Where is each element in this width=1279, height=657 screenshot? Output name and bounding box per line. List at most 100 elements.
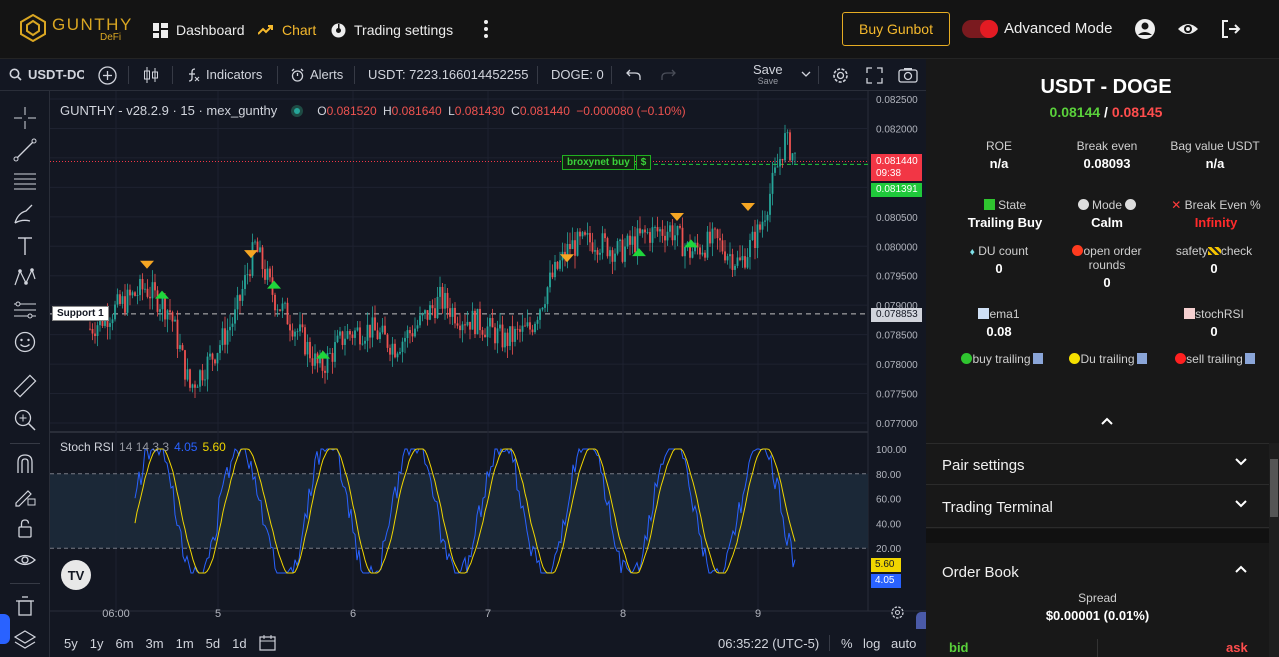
forecast-icon[interactable]: [12, 297, 38, 323]
redo-icon[interactable]: [661, 68, 676, 81]
range-6m[interactable]: 6m: [115, 636, 133, 651]
save-button[interactable]: Save Save: [753, 63, 783, 86]
panel-scrollbar[interactable]: [1269, 443, 1279, 657]
candle-body: [389, 347, 391, 355]
candle-body: [519, 329, 521, 332]
candle-body: [611, 250, 614, 262]
fullscreen-icon[interactable]: [866, 67, 883, 84]
visibility-icon[interactable]: [12, 547, 38, 573]
magnet-icon[interactable]: [12, 451, 38, 477]
smiley-icon[interactable]: [12, 329, 38, 355]
layers-icon[interactable]: [12, 627, 38, 653]
candle-body: [661, 229, 664, 236]
symbol-search[interactable]: USDT-DOGE: [9, 67, 84, 82]
pencil-lock-icon[interactable]: [12, 483, 38, 509]
candle-body: [451, 307, 454, 317]
fib-lines-icon[interactable]: [12, 169, 38, 195]
candle-body: [391, 343, 394, 355]
trash-icon[interactable]: [12, 593, 38, 619]
add-symbol-icon[interactable]: [98, 66, 117, 85]
camera-icon[interactable]: [898, 67, 918, 83]
chevron-up-icon[interactable]: [1101, 417, 1113, 425]
chart-area[interactable]: 0.0825000.0820000.0815000.0810000.080500…: [50, 91, 926, 657]
candle-body: [136, 295, 139, 296]
candle-body: [676, 225, 679, 236]
candle-body: [274, 294, 276, 311]
range-1y[interactable]: 1y: [90, 636, 104, 651]
gear-icon[interactable]: [831, 66, 850, 85]
price-tick-label: 0.082500: [876, 95, 918, 106]
stoch-k: 4.05: [174, 440, 198, 454]
candle-body: [539, 309, 541, 320]
gunthy-logo[interactable]: GUNTHY DeFi: [20, 14, 138, 46]
price-tick-label: 0.080000: [876, 242, 918, 253]
state-stat: State Trailing Buy: [967, 198, 1043, 230]
candle-body: [499, 324, 501, 329]
collapse-tab[interactable]: [0, 614, 10, 644]
open-label: O: [317, 103, 327, 118]
range-1m[interactable]: 1m: [176, 636, 194, 651]
log-toggle[interactable]: log: [863, 636, 880, 651]
candle-body: [506, 332, 509, 346]
percent-toggle[interactable]: %: [841, 636, 853, 651]
tradingview-logo[interactable]: TV: [61, 560, 91, 590]
buy-trailing-indicator: buy trailing: [954, 352, 1050, 366]
sell-marker: [244, 250, 258, 259]
scrollbar-thumb[interactable]: [1270, 459, 1278, 517]
candle-body: [334, 342, 336, 362]
logout-icon[interactable]: [1219, 17, 1243, 41]
advanced-mode-toggle[interactable]: [962, 20, 998, 38]
candle-body: [374, 317, 376, 331]
text-tool-icon[interactable]: [12, 233, 38, 259]
eye-icon[interactable]: [1176, 17, 1200, 41]
alerts-button[interactable]: Alerts: [291, 67, 343, 82]
range-5y[interactable]: 5y: [64, 636, 78, 651]
nav-trading-settings[interactable]: Trading settings: [331, 20, 453, 40]
trading-terminal-section[interactable]: Trading Terminal: [926, 486, 1269, 528]
user-account-icon[interactable]: [1133, 17, 1157, 41]
candle-type-icon[interactable]: [142, 66, 160, 84]
candle-body: [284, 302, 286, 304]
zoom-in-icon[interactable]: [12, 407, 38, 433]
candle-body: [311, 358, 314, 366]
nav-dashboard[interactable]: Dashboard: [153, 20, 245, 40]
axis-settings-icon[interactable]: [890, 605, 905, 620]
candle-body: [659, 229, 661, 232]
candle-body: [169, 310, 171, 313]
date-range-icon[interactable]: [259, 634, 276, 651]
range-5d[interactable]: 5d: [206, 636, 220, 651]
nav-chart[interactable]: Chart: [258, 20, 316, 40]
buy-gunbot-button[interactable]: Buy Gunbot: [842, 12, 950, 46]
range-1d[interactable]: 1d: [232, 636, 246, 651]
chevron-down-icon[interactable]: [801, 71, 811, 78]
symbol-label: USDT-DOGE: [28, 67, 84, 82]
more-vertical-icon[interactable]: [474, 17, 498, 41]
candle-body: [669, 225, 671, 232]
nav-dashboard-label: Dashboard: [176, 22, 245, 38]
brush-icon[interactable]: [12, 201, 38, 227]
pair-settings-section[interactable]: Pair settings: [926, 443, 1269, 485]
order-book-section[interactable]: Order Book: [926, 551, 1269, 593]
ruler-icon[interactable]: [12, 373, 38, 399]
indicators-button[interactable]: Indicators: [186, 67, 262, 82]
candle-body: [664, 235, 666, 241]
auto-toggle[interactable]: auto: [891, 636, 916, 651]
undo-icon[interactable]: [626, 68, 641, 81]
candle-body: [736, 257, 739, 266]
crosshair-icon[interactable]: [12, 105, 38, 131]
clock-label[interactable]: 06:35:22 (UTC-5): [718, 636, 819, 651]
chevron-down-icon: [1235, 500, 1247, 508]
red-x-icon: ✕: [1171, 198, 1182, 212]
candle-body: [744, 256, 746, 268]
open-value: 0.081520: [326, 103, 377, 118]
candle-body: [446, 292, 449, 309]
candle-body: [321, 357, 324, 371]
candle-body: [261, 247, 264, 270]
candle-body: [789, 132, 791, 161]
trend-line-icon[interactable]: [12, 137, 38, 163]
price-chart[interactable]: 0.0825000.0820000.0815000.0810000.080500…: [50, 91, 926, 657]
pattern-icon[interactable]: [12, 265, 38, 291]
range-3m[interactable]: 3m: [146, 636, 164, 651]
lock-icon[interactable]: [12, 515, 38, 541]
support-price-tag: 0.078853: [871, 308, 922, 322]
